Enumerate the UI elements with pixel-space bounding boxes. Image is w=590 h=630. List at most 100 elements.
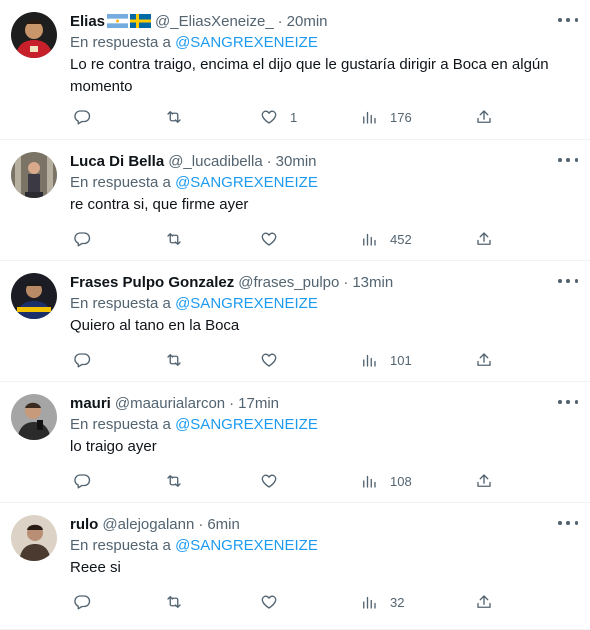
- reply-mention-link[interactable]: @SANGREXENEIZE: [175, 174, 318, 191]
- display-name[interactable]: Frases Pulpo Gonzalez: [70, 274, 234, 291]
- views-count: 452: [390, 231, 412, 247]
- timestamp[interactable]: 20min: [287, 13, 328, 30]
- share-icon: [477, 110, 491, 123]
- reply-button[interactable]: [73, 106, 91, 128]
- tweet-actions: 108: [70, 470, 578, 492]
- display-name[interactable]: mauri: [70, 395, 111, 412]
- timestamp[interactable]: 13min: [352, 274, 393, 291]
- display-name[interactable]: Elias: [70, 13, 105, 30]
- tweet-text: re contra si, que firme ayer: [70, 196, 249, 213]
- user-handle[interactable]: @_EliasXeneize_: [155, 13, 274, 30]
- reply-mention-link[interactable]: @SANGREXENEIZE: [175, 34, 318, 51]
- like-button[interactable]: 1: [260, 106, 297, 128]
- share-button[interactable]: [475, 228, 493, 250]
- timestamp[interactable]: 17min: [238, 395, 279, 412]
- views-icon: [363, 354, 376, 367]
- reply-mention-link[interactable]: @SANGREXENEIZE: [175, 537, 318, 554]
- separator-dot: ·: [198, 515, 204, 533]
- tweet[interactable]: Frases Pulpo Gonzalez @frases_pulpo · 13…: [0, 261, 590, 382]
- tweet-header: rulo @alejogalann · 6min: [70, 513, 578, 535]
- share-button[interactable]: [475, 349, 493, 371]
- retweet-button[interactable]: [165, 228, 183, 250]
- reply-button[interactable]: [73, 228, 91, 250]
- avatar[interactable]: [11, 152, 57, 198]
- views-icon: [363, 111, 376, 124]
- retweet-button[interactable]: [165, 106, 183, 128]
- reply-button[interactable]: [73, 349, 91, 371]
- reply-context: En respuesta a @SANGREXENEIZE: [70, 172, 578, 194]
- tweet[interactable]: Elias @_EliasXeneize_ · 20min En respues…: [0, 0, 590, 140]
- reply-context: En respuesta a @SANGREXENEIZE: [70, 414, 578, 436]
- user-handle[interactable]: @_lucadibella: [168, 153, 262, 170]
- views-icon: [363, 233, 376, 246]
- reply-prefix: En respuesta a: [70, 34, 171, 51]
- views-count: 32: [390, 594, 405, 610]
- reply-icon: [74, 474, 91, 489]
- reply-context: En respuesta a @SANGREXENEIZE: [70, 293, 578, 315]
- retweet-icon: [167, 111, 181, 123]
- reply-button[interactable]: [73, 470, 91, 492]
- like-icon: [261, 232, 277, 246]
- separator-dot: ·: [229, 394, 235, 412]
- reply-prefix: En respuesta a: [70, 537, 171, 554]
- reply-prefix: En respuesta a: [70, 416, 171, 433]
- reply-icon: [74, 353, 91, 368]
- reply-icon: [74, 595, 91, 610]
- share-button[interactable]: [475, 591, 493, 613]
- user-handle[interactable]: @maaurialarcon: [115, 395, 225, 412]
- views-button[interactable]: 101: [360, 349, 412, 371]
- display-name[interactable]: rulo: [70, 516, 98, 533]
- views-icon: [363, 596, 376, 609]
- user-handle[interactable]: @frases_pulpo: [238, 274, 339, 291]
- display-name[interactable]: Luca Di Bella: [70, 153, 164, 170]
- retweet-icon: [167, 233, 181, 245]
- avatar[interactable]: [11, 12, 57, 58]
- timestamp[interactable]: 6min: [207, 516, 240, 533]
- retweet-button[interactable]: [165, 349, 183, 371]
- tweet-text: Quiero al tano en la Boca: [70, 317, 240, 334]
- tweet-actions: 101: [70, 349, 578, 371]
- views-button[interactable]: 452: [360, 228, 412, 250]
- tweet[interactable]: Luca Di Bella @_lucadibella · 30min En r…: [0, 140, 590, 261]
- like-count: 1: [290, 109, 298, 125]
- like-button[interactable]: [260, 349, 278, 371]
- views-count: 101: [390, 352, 412, 368]
- retweet-icon: [167, 596, 181, 608]
- reply-button[interactable]: [73, 591, 91, 613]
- tweet-text: Lo re contra traigo, encima el dijo que …: [70, 56, 549, 95]
- retweet-button[interactable]: [165, 470, 183, 492]
- share-button[interactable]: [475, 470, 493, 492]
- like-button[interactable]: [260, 591, 278, 613]
- views-button[interactable]: 32: [360, 591, 404, 613]
- tweet-header: Luca Di Bella @_lucadibella · 30min: [70, 150, 578, 172]
- tweet-header: Elias @_EliasXeneize_ · 20min: [70, 10, 578, 32]
- views-icon: [363, 475, 376, 488]
- tweet-text: lo traigo ayer: [70, 438, 157, 455]
- like-button[interactable]: [260, 228, 278, 250]
- avatar[interactable]: [11, 394, 57, 440]
- reply-mention-link[interactable]: @SANGREXENEIZE: [175, 295, 318, 312]
- reply-mention-link[interactable]: @SANGREXENEIZE: [175, 416, 318, 433]
- like-button[interactable]: [260, 470, 278, 492]
- timestamp[interactable]: 30min: [276, 153, 317, 170]
- separator-dot: ·: [277, 12, 283, 30]
- retweet-button[interactable]: [165, 591, 183, 613]
- tweet-actions: 1 176: [70, 106, 578, 128]
- tweet[interactable]: rulo @alejogalann · 6min En respuesta a …: [0, 503, 590, 630]
- views-button[interactable]: 176: [360, 106, 412, 128]
- reply-context: En respuesta a @SANGREXENEIZE: [70, 32, 578, 54]
- user-handle[interactable]: @alejogalann: [102, 516, 194, 533]
- views-button[interactable]: 108: [360, 470, 412, 492]
- reply-prefix: En respuesta a: [70, 295, 171, 312]
- like-icon: [261, 110, 277, 124]
- separator-dot: ·: [343, 273, 349, 291]
- share-button[interactable]: [475, 106, 493, 128]
- avatar[interactable]: [11, 515, 57, 561]
- tweet[interactable]: mauri @maaurialarcon · 17min En respuest…: [0, 382, 590, 503]
- tweet-header: mauri @maaurialarcon · 17min: [70, 392, 578, 414]
- retweet-icon: [167, 475, 181, 487]
- reply-prefix: En respuesta a: [70, 174, 171, 191]
- separator-dot: ·: [266, 152, 272, 170]
- avatar[interactable]: [11, 273, 57, 319]
- reply-icon: [74, 110, 91, 125]
